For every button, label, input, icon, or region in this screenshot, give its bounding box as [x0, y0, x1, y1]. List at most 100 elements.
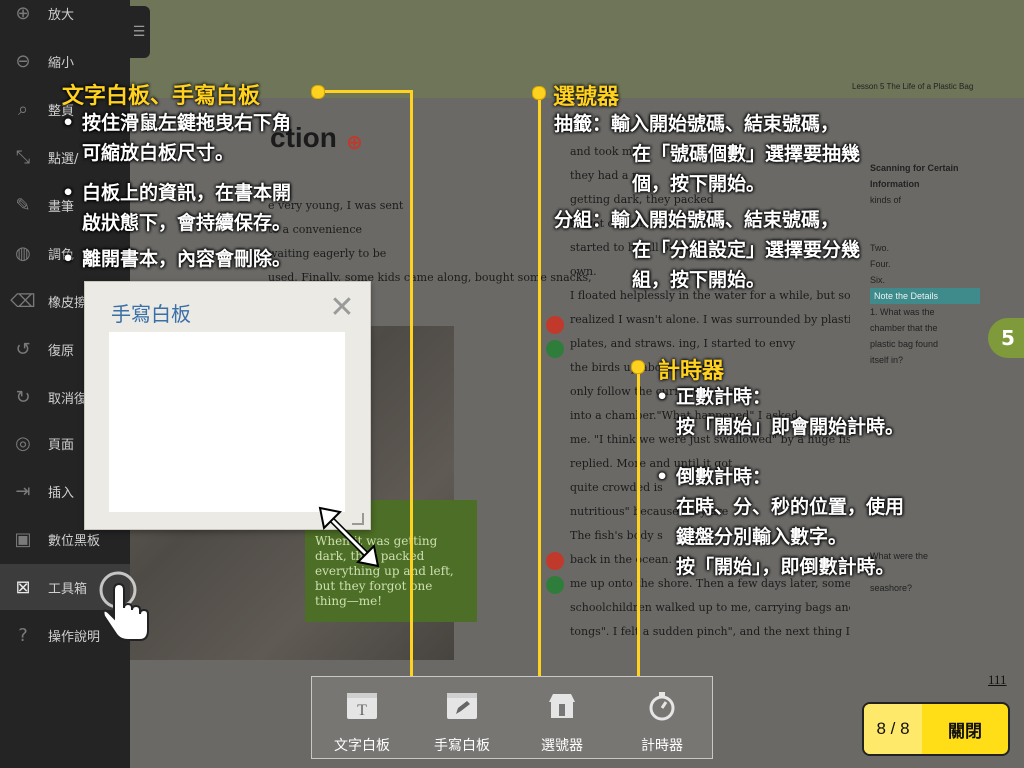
- sidebar-item-label: 插入: [48, 485, 75, 501]
- sidebar-item-label: 頁面: [48, 437, 75, 453]
- hand-pointer-icon: [99, 571, 149, 641]
- connector-line: [637, 366, 640, 696]
- annotation-text-picker: 抽籤：輸入開始號碼、結束號碼， 在「號碼個數」選擇要抽幾 個，按下開始。 分組：…: [554, 109, 860, 295]
- sidebar-item-label: 放大: [48, 7, 75, 23]
- toolbox-bar: T 文字白板 手寫白板 選號器 計時器: [311, 676, 713, 759]
- sidebar-item-label: 取消復: [48, 391, 88, 407]
- connector-dot: [631, 360, 645, 374]
- book-left-text: e very young, I was sent to a convenienc…: [268, 194, 592, 290]
- connector-line: [538, 92, 541, 696]
- blackboard-icon: ▣: [14, 528, 32, 550]
- reader-marker-icon[interactable]: [546, 576, 564, 594]
- side-panel-line: Six.: [870, 275, 886, 285]
- side-panel-line: Two.: [870, 243, 890, 253]
- handwriting-whiteboard: 手寫白板 ✕: [84, 281, 371, 530]
- insert-icon: ⇥: [15, 480, 31, 502]
- annotation-line: 抽籤：輸入開始號碼、結束號碼，: [554, 113, 840, 135]
- help-icon: ?: [18, 624, 28, 646]
- sidebar-item-label: 數位黑板: [48, 533, 101, 549]
- side-panel-line: 1. What was the: [870, 307, 935, 317]
- menu-toggle-button[interactable]: ☰: [128, 6, 150, 58]
- book-line: schoolchildren walked up to me, carrying…: [570, 601, 850, 614]
- annotation-text-timer: • 正數計時： 按「開始」即會開始計時。 • 倒數計時： 在時、分、秒的位置，使用 …: [656, 386, 905, 578]
- tutorial-pager: 8 / 8 關閉: [862, 702, 1010, 756]
- sidebar-item-label: 橡皮擦: [48, 295, 88, 311]
- annotation-line: 按「開始」，即倒數計時。: [676, 556, 895, 578]
- annotation-line: 按「開始」即會開始計時。: [676, 416, 905, 438]
- whiteboard-title: 手寫白板: [111, 302, 191, 326]
- tool-label: 手寫白板: [434, 738, 490, 754]
- zoom-out-icon: ⊖: [15, 50, 31, 72]
- audio-marker-icon[interactable]: [546, 552, 564, 570]
- tool-label: 計時器: [641, 738, 683, 754]
- connector-line: [318, 90, 412, 93]
- annotation-line: 組，按下開始。: [632, 269, 766, 291]
- tool-label: 選號器: [541, 738, 583, 754]
- connector-line: [410, 90, 413, 696]
- annotation-line: 在時、分、秒的位置，使用: [676, 496, 905, 518]
- book-line: realized I wasn't alone. I was surrounde…: [570, 313, 850, 326]
- handwriting-whiteboard-icon: [445, 689, 479, 723]
- annotation-line: 倒數計時：: [676, 466, 772, 488]
- annotation-line: 啟狀態下，會持續保存。: [82, 212, 292, 234]
- side-panel-line: seashore?: [870, 583, 913, 593]
- side-panel-line: itself in?: [870, 355, 904, 365]
- annotation-line: 在「分組設定」選擇要分幾: [632, 239, 861, 261]
- reader-marker-icon[interactable]: [546, 340, 564, 358]
- palette-icon: ◍: [15, 242, 31, 264]
- side-panel-line: Scanning for Certain: [870, 163, 959, 173]
- book-line: to a convenience: [268, 223, 363, 236]
- tool-timer[interactable]: 計時器: [612, 677, 712, 760]
- annotation-line: 可縮放白板尺寸。: [82, 142, 235, 164]
- annotation-text-whiteboard: • 按住滑鼠左鍵拖曳右下角 可縮放白板尺寸。 • 白板上的資訊，在書本開 啟狀態下，…: [62, 112, 292, 270]
- tool-handwriting-whiteboard[interactable]: 手寫白板: [412, 677, 512, 760]
- side-panel-line: Four.: [870, 259, 891, 269]
- resize-arrow-icon: [318, 506, 380, 568]
- toolbox-icon: ⊠: [15, 576, 31, 598]
- book-line: e very young, I was sent: [268, 199, 404, 212]
- annotation-line: 白板上的資訊，在書本開: [82, 182, 292, 204]
- side-panel-line: kinds of: [870, 195, 902, 205]
- undo-icon: ↺: [15, 338, 31, 360]
- sidebar-item-zoom-in[interactable]: ⊕ 放大: [0, 0, 130, 36]
- annotation-title-picker: 選號器: [553, 85, 620, 110]
- side-panel-line: Information: [870, 179, 920, 189]
- book-line: waiting eagerly to be: [268, 247, 387, 260]
- lesson-header: Lesson 5 The Life of a Plastic Bag: [852, 82, 974, 91]
- close-icon[interactable]: ✕: [328, 293, 356, 323]
- add-note-icon[interactable]: ⊕: [346, 130, 363, 154]
- page-counter: 8 / 8: [864, 704, 922, 754]
- redo-icon: ↻: [15, 386, 31, 408]
- hamburger-icon: ☰: [132, 24, 146, 40]
- side-panel-line: chamber that the: [870, 323, 938, 333]
- timer-icon: [645, 689, 679, 723]
- svg-text:T: T: [357, 702, 367, 719]
- sidebar-item-label: 縮小: [48, 55, 75, 71]
- annotation-line: 分組：輸入開始號碼、結束號碼，: [554, 209, 840, 231]
- annotation-line: 離開書本，內容會刪除。: [82, 248, 292, 270]
- side-panel-line: plastic bag found: [870, 339, 939, 349]
- tool-text-whiteboard[interactable]: T 文字白板: [312, 677, 412, 760]
- annotation-line: 按住滑鼠左鍵拖曳右下角: [82, 112, 292, 134]
- tool-number-picker[interactable]: 選號器: [512, 677, 612, 760]
- eraser-icon: ⌫: [10, 290, 36, 312]
- sidebar-item-label: 工具箱: [48, 581, 88, 597]
- connector-dot: [311, 85, 325, 99]
- audio-marker-icon[interactable]: [546, 316, 564, 334]
- annotation-line: 在「號碼個數」選擇要抽幾: [632, 143, 861, 165]
- book-line: tongs". I felt a sudden pinch", and the …: [570, 625, 850, 638]
- connector-dot: [532, 86, 546, 100]
- lesson-badge: 5: [988, 318, 1024, 358]
- close-tutorial-button[interactable]: 關閉: [922, 717, 1008, 742]
- fit-page-icon: ⌕: [17, 98, 29, 120]
- page-number: 111: [988, 672, 1007, 687]
- annotation-line: 正數計時：: [676, 386, 772, 408]
- whiteboard-canvas[interactable]: [109, 332, 345, 512]
- zoom-in-icon: ⊕: [15, 2, 31, 24]
- page-icon: ◎: [15, 432, 31, 454]
- pen-icon: ✎: [15, 194, 31, 216]
- annotation-title-timer: 計時器: [658, 359, 725, 384]
- annotation-line: 個，按下開始。: [632, 173, 766, 195]
- side-panel-line: Note the Details: [870, 288, 980, 304]
- text-whiteboard-icon: T: [345, 689, 379, 723]
